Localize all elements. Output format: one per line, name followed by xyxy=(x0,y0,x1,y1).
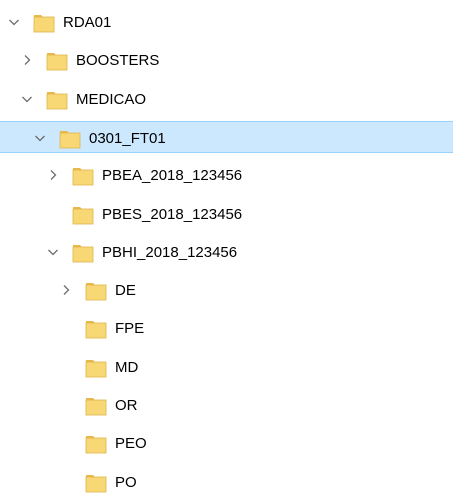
chevron-down-icon[interactable] xyxy=(47,246,59,258)
folder-icon xyxy=(46,88,69,111)
tree-item[interactable]: MEDICAO xyxy=(0,83,453,115)
folder-icon xyxy=(85,279,108,302)
tree-item-label: 0301_FT01 xyxy=(89,129,166,147)
folder-icon xyxy=(85,432,108,455)
tree-item[interactable]: BOOSTERS xyxy=(0,44,453,76)
folder-icon xyxy=(85,356,108,379)
tree-item[interactable]: PBES_2018_123456 xyxy=(0,198,453,230)
tree-item-label: RDA01 xyxy=(63,14,112,31)
tree-item[interactable]: MD xyxy=(0,351,453,383)
tree-item[interactable]: RDA01 xyxy=(0,6,453,38)
tree-item[interactable]: FPE xyxy=(0,312,453,344)
tree-item-label: PEO xyxy=(115,435,147,453)
chevron-right-icon[interactable] xyxy=(21,54,33,66)
chevron-down-icon[interactable] xyxy=(8,16,20,28)
chevron-down-icon[interactable] xyxy=(21,93,33,105)
tree-item-label: BOOSTERS xyxy=(76,52,160,70)
folder-icon xyxy=(72,241,95,264)
chevron-right-icon[interactable] xyxy=(47,169,59,181)
tree-item-label: PBES_2018_123456 xyxy=(102,205,243,223)
tree-item-label: MD xyxy=(115,358,139,376)
folder-icon xyxy=(85,471,108,494)
folder-icon xyxy=(72,203,95,226)
folder-icon xyxy=(85,317,108,340)
tree-item[interactable]: PBHI_2018_123456 xyxy=(0,236,453,268)
tree-item-label: MEDICAO xyxy=(76,90,147,108)
chevron-down-icon[interactable] xyxy=(34,132,46,144)
tree-item-label: FPE xyxy=(115,320,145,338)
chevron-right-icon[interactable] xyxy=(60,284,72,296)
tree-item[interactable]: DE xyxy=(0,274,453,306)
tree-item-label: PBHI_2018_123456 xyxy=(102,243,238,261)
folder-tree: RDA01 BOOSTERS MEDICAO 0301_FT01 PBEA_2018_1… xyxy=(0,0,453,493)
folder-icon xyxy=(46,49,69,72)
folder-icon xyxy=(59,127,82,150)
folder-icon xyxy=(33,11,56,34)
tree-item-label: PBEA_2018_123456 xyxy=(102,167,243,185)
tree-item-label: OR xyxy=(115,397,138,414)
tree-item[interactable]: PEO xyxy=(0,427,453,459)
tree-item-label: DE xyxy=(115,282,136,300)
folder-icon xyxy=(72,164,95,187)
folder-icon xyxy=(85,394,108,417)
tree-item[interactable]: OR xyxy=(0,389,453,421)
tree-item[interactable]: 0301_FT01 xyxy=(0,120,453,153)
tree-item-label: PO xyxy=(115,473,137,491)
tree-item[interactable]: PBEA_2018_123456 xyxy=(0,159,453,191)
